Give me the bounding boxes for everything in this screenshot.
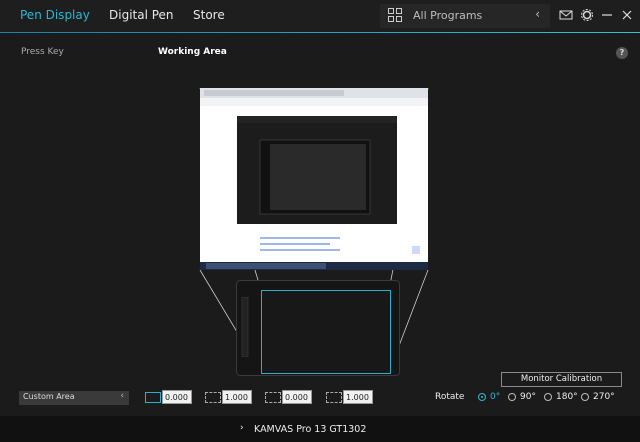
area-x-icon bbox=[145, 392, 161, 403]
rotate-180-label: 180° bbox=[556, 392, 578, 402]
minimize-icon[interactable] bbox=[600, 8, 614, 22]
close-icon[interactable] bbox=[620, 8, 634, 22]
monitor-calibration-button[interactable]: Monitor Calibration bbox=[501, 372, 622, 387]
working-area-tab[interactable]: Working Area bbox=[158, 47, 227, 57]
rotate-0-label: 0° bbox=[490, 392, 501, 402]
chevron-left-icon: ‹ bbox=[120, 391, 124, 401]
mail-icon[interactable] bbox=[559, 8, 573, 22]
rotate-270-radio[interactable] bbox=[581, 393, 589, 401]
rotate-90-radio[interactable] bbox=[508, 393, 516, 401]
area-height-field[interactable]: 1.000 bbox=[343, 390, 373, 404]
tab-digital-pen[interactable]: Digital Pen bbox=[109, 8, 174, 22]
area-select-dropdown[interactable]: Custom Area ‹ bbox=[19, 391, 129, 405]
monitor-screen-preview bbox=[200, 88, 428, 270]
area-width-field[interactable]: 1.000 bbox=[222, 390, 252, 404]
area-width-icon bbox=[205, 392, 221, 403]
chevron-right-icon[interactable]: › bbox=[240, 423, 244, 433]
chevron-left-icon[interactable]: ‹ bbox=[535, 7, 540, 21]
apps-grid-icon bbox=[388, 8, 402, 22]
screen-thumbnail-image bbox=[200, 88, 428, 270]
rotate-0-radio[interactable] bbox=[478, 393, 486, 401]
accent-divider bbox=[0, 32, 640, 33]
top-nav-bar: Pen Display Digital Pen Store All Progra… bbox=[0, 0, 640, 32]
help-icon[interactable]: ? bbox=[616, 47, 628, 59]
tab-pen-display[interactable]: Pen Display bbox=[20, 8, 90, 22]
press-key-tab[interactable]: Press Key bbox=[21, 47, 64, 57]
area-y-field[interactable]: 0.000 bbox=[282, 390, 312, 404]
tablet-working-area[interactable] bbox=[261, 290, 391, 374]
all-programs-label: All Programs bbox=[413, 9, 483, 22]
rotate-label: Rotate bbox=[435, 392, 465, 402]
tab-store[interactable]: Store bbox=[193, 8, 225, 22]
rotate-90-label: 90° bbox=[520, 392, 536, 402]
express-keys-icon bbox=[241, 297, 249, 357]
area-select-value: Custom Area bbox=[23, 392, 75, 401]
area-y-icon bbox=[265, 392, 281, 403]
rotate-270-label: 270° bbox=[593, 392, 615, 402]
all-programs-selector[interactable]: All Programs ‹ bbox=[380, 4, 550, 28]
rotate-180-radio[interactable] bbox=[544, 393, 552, 401]
gear-icon[interactable] bbox=[580, 8, 594, 22]
device-name[interactable]: KAMVAS Pro 13 GT1302 bbox=[254, 424, 366, 435]
device-footer-bar: › KAMVAS Pro 13 GT1302 bbox=[0, 416, 640, 442]
area-height-icon bbox=[326, 392, 342, 403]
area-x-field[interactable]: 0.000 bbox=[162, 390, 192, 404]
